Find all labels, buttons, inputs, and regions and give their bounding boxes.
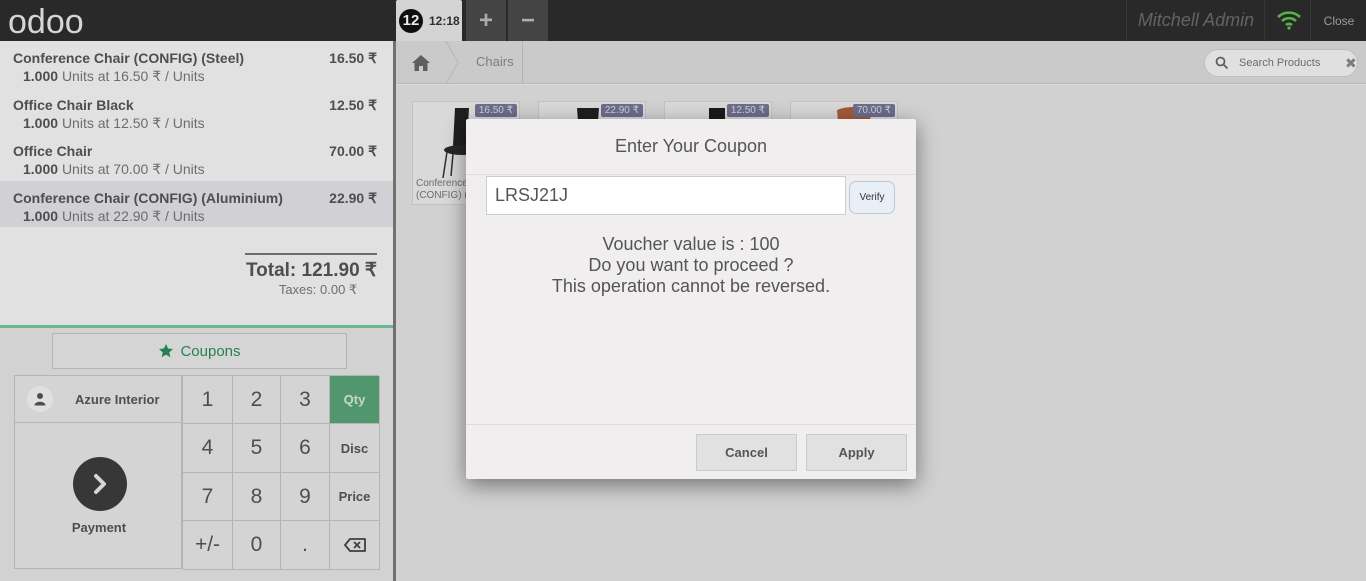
voucher-message: Voucher value is : 100 Do you want to pr… [466,234,916,297]
cancel-button[interactable]: Cancel [696,434,797,471]
dialog-title: Enter Your Coupon [466,119,916,175]
coupon-code-input[interactable] [486,176,846,215]
apply-button[interactable]: Apply [806,434,907,471]
verify-button[interactable]: Verify [849,181,895,214]
voucher-value-text: Voucher value is : 100 [602,234,780,254]
proceed-question-text: Do you want to proceed ? [588,255,794,275]
warning-text: This operation cannot be reversed. [551,276,831,296]
dialog-footer: Cancel Apply [466,424,916,479]
coupon-dialog: Enter Your Coupon Verify Voucher value i… [466,119,916,479]
